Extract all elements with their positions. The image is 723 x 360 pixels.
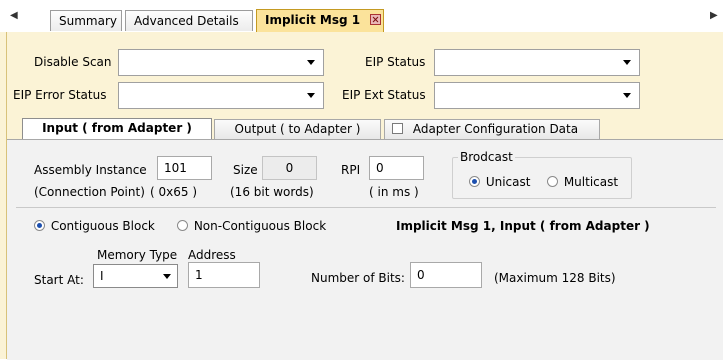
contiguous-radio[interactable] [34, 220, 45, 231]
memory-type-value: I [100, 269, 104, 283]
tab-summary-label: Summary [59, 14, 117, 28]
adapter-config-checkbox[interactable] [392, 123, 403, 134]
eip-status-label: EIP Status [365, 55, 426, 69]
rpi-input[interactable]: 0 [369, 156, 424, 180]
memory-type-select[interactable]: I [93, 264, 178, 288]
connection-point-label: (Connection Point) [34, 185, 145, 199]
chevron-down-icon [623, 60, 631, 65]
eip-ext-status-combo[interactable] [434, 82, 640, 109]
non-contiguous-label: Non-Contiguous Block [193, 219, 327, 233]
subtab-output[interactable]: Output ( to Adapter ) [214, 119, 381, 139]
multicast-label: Multicast [563, 175, 619, 189]
contiguous-label: Contiguous Block [50, 219, 155, 233]
tab-summary[interactable]: Summary [50, 10, 122, 31]
subtab-input[interactable]: Input ( from Adapter ) [22, 118, 212, 139]
tab-scroll-left-icon[interactable]: ◀ [10, 10, 18, 21]
eip-ext-status-label: EIP Ext Status [342, 88, 426, 102]
tab-implicit-msg-1-label: Implicit Msg 1 [265, 13, 361, 27]
subtab-adapter-configuration[interactable]: Adapter Configuration Data [384, 119, 600, 139]
max-bits-note: (Maximum 128 Bits) [494, 271, 616, 285]
assembly-instance-input[interactable]: 101 [157, 156, 212, 180]
unicast-label: Unicast [485, 175, 531, 189]
tab-advanced-details-label: Advanced Details [134, 14, 239, 28]
size-unit-label: (16 bit words) [230, 185, 314, 199]
chevron-down-icon [307, 93, 315, 98]
disable-scan-combo[interactable] [118, 49, 324, 76]
broadcast-title: Brodcast [458, 150, 515, 164]
chevron-down-icon [623, 93, 631, 98]
start-at-label: Start At: [34, 273, 84, 287]
tab-implicit-msg-1[interactable]: Implicit Msg 1 [256, 9, 384, 32]
rpi-unit-label: ( in ms ) [369, 185, 419, 199]
section-divider [16, 207, 716, 208]
multicast-radio[interactable] [547, 176, 558, 187]
multicast-option[interactable]: Multicast [547, 175, 618, 189]
contiguous-option[interactable]: Contiguous Block [34, 219, 155, 233]
non-contiguous-option[interactable]: Non-Contiguous Block [177, 219, 326, 233]
section-title: Implicit Msg 1, Input ( from Adapter ) [396, 219, 650, 233]
tab-advanced-details[interactable]: Advanced Details [125, 10, 253, 31]
close-tab-icon[interactable] [370, 14, 382, 25]
subtab-adapter-configuration-label: Adapter Configuration Data [412, 122, 579, 136]
address-label: Address [188, 248, 236, 262]
connection-point-hex: ( 0x65 ) [150, 185, 197, 199]
tab-scroll-right-icon[interactable]: ▶ [710, 10, 718, 21]
disable-scan-label: Disable Scan [34, 55, 112, 69]
subtab-input-label: Input ( from Adapter ) [42, 121, 192, 135]
unicast-option[interactable]: Unicast [469, 175, 530, 189]
subtab-output-label: Output ( to Adapter ) [234, 122, 361, 136]
non-contiguous-radio[interactable] [177, 220, 188, 231]
rpi-label: RPI [341, 163, 361, 177]
number-of-bits-label: Number of Bits: [311, 271, 405, 285]
eip-error-status-combo[interactable] [118, 82, 324, 109]
unicast-radio[interactable] [469, 176, 480, 187]
chevron-down-icon [307, 60, 315, 65]
size-label: Size [233, 163, 258, 177]
chevron-down-icon [163, 274, 171, 279]
assembly-instance-label: Assembly Instance [34, 163, 147, 177]
memory-type-label: Memory Type [97, 248, 178, 262]
eip-status-combo[interactable] [434, 49, 640, 76]
size-value: 0 [262, 156, 317, 180]
address-input[interactable]: 1 [188, 262, 260, 288]
eip-error-status-label: EIP Error Status [13, 88, 107, 102]
number-of-bits-input[interactable]: 0 [410, 262, 482, 288]
